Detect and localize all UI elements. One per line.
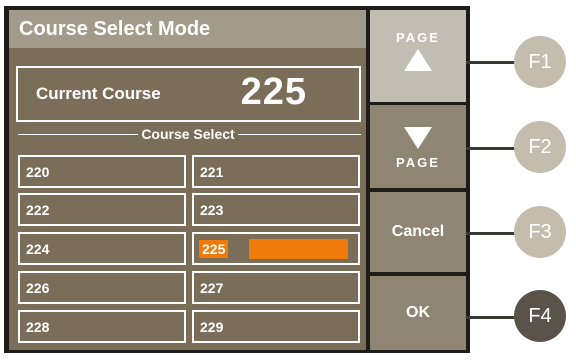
course-button-227[interactable]: 227 [192, 271, 360, 304]
course-button-224[interactable]: 224 [18, 232, 186, 265]
course-button-221[interactable]: 221 [192, 155, 360, 188]
course-number: 227 [200, 280, 224, 296]
course-number: 224 [26, 241, 50, 257]
f4-key[interactable]: F4 [514, 290, 566, 342]
page-up-button[interactable]: PAGE [370, 10, 466, 102]
course-button-228[interactable]: 228 [18, 310, 186, 343]
course-button-222[interactable]: 222 [18, 193, 186, 226]
current-course-box: Current Course 225 [16, 66, 361, 122]
course-button-226[interactable]: 226 [18, 271, 186, 304]
selection-highlight-bar [249, 239, 348, 259]
course-number: 226 [26, 280, 50, 296]
arrow-up-icon [404, 49, 432, 71]
course-select-label: Course Select [138, 126, 238, 142]
f1-connector [466, 61, 520, 64]
ok-button[interactable]: OK [370, 276, 466, 350]
course-button-225-selected[interactable]: 225 [192, 232, 360, 265]
ok-label: OK [406, 304, 430, 321]
cancel-button[interactable]: Cancel [370, 192, 466, 272]
course-select-heading: Course Select [0, 126, 376, 142]
course-button-223[interactable]: 223 [192, 193, 360, 226]
course-button-220[interactable]: 220 [18, 155, 186, 188]
cancel-label: Cancel [391, 223, 445, 240]
f3-connector [466, 232, 520, 235]
arrow-down-icon [404, 127, 432, 149]
course-number: 222 [26, 202, 50, 218]
course-number: 223 [200, 202, 224, 218]
course-button-229[interactable]: 229 [192, 310, 360, 343]
f4-connector [466, 316, 520, 319]
page-down-button[interactable]: PAGE [370, 105, 466, 188]
course-number: 221 [200, 164, 224, 180]
screen-title: Course Select Mode [9, 10, 366, 48]
current-course-value: 225 [240, 71, 307, 113]
course-number: 220 [26, 164, 50, 180]
selected-course-number: 225 [199, 240, 229, 258]
course-number: 229 [200, 319, 224, 335]
page-down-label: PAGE [396, 155, 440, 170]
f1-key[interactable]: F1 [514, 36, 566, 88]
f3-key[interactable]: F3 [514, 206, 566, 258]
course-number: 228 [26, 319, 50, 335]
f2-connector [466, 147, 520, 150]
page-up-label: PAGE [396, 30, 440, 45]
current-course-label: Current Course [36, 84, 161, 103]
f2-key[interactable]: F2 [514, 121, 566, 173]
